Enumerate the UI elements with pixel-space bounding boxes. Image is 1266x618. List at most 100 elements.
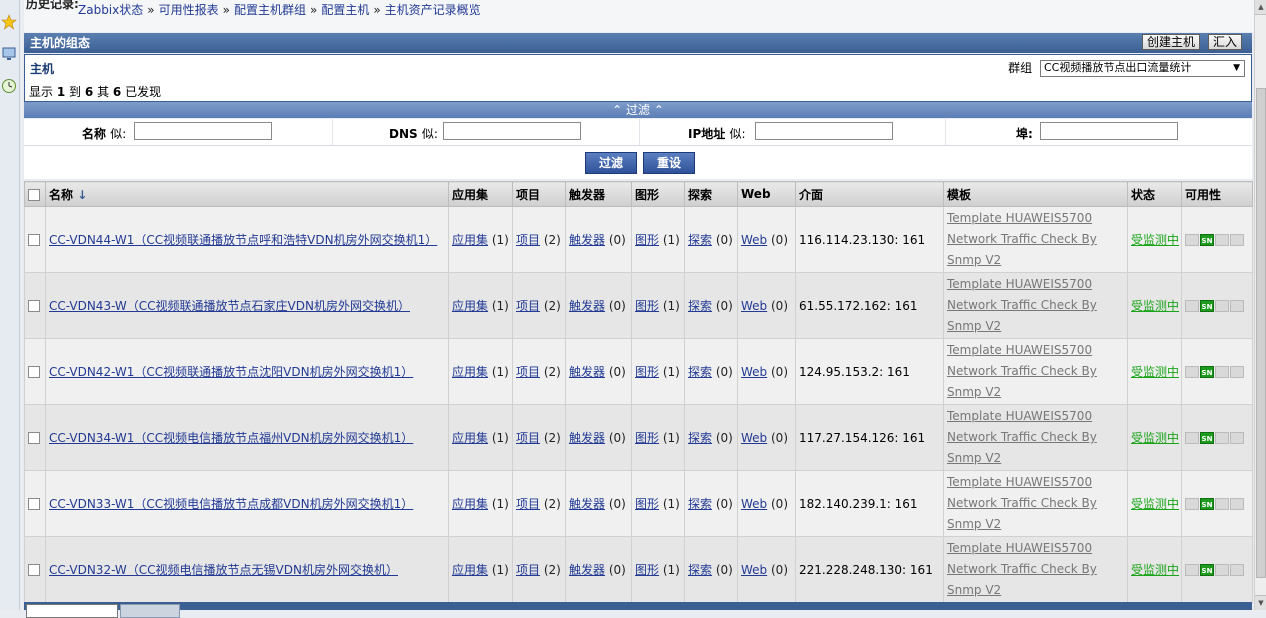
web-link[interactable]: Web	[741, 431, 767, 445]
apps-link[interactable]: 应用集	[452, 233, 488, 247]
items-link[interactable]: 项目	[516, 233, 540, 247]
select-all-checkbox[interactable]	[28, 188, 40, 201]
items-link[interactable]: 项目	[516, 365, 540, 379]
web-link[interactable]: Web	[741, 497, 767, 511]
discovery-link[interactable]: 探索	[688, 365, 712, 379]
clock-icon[interactable]	[1, 78, 17, 94]
row-checkbox[interactable]	[28, 234, 40, 246]
scroll-thumb[interactable]	[1256, 88, 1266, 578]
monitor-icon[interactable]	[1, 46, 17, 62]
template-link[interactable]: Template HUAWEIS5700 Network Traffic Che…	[947, 340, 1124, 403]
breadcrumb-item[interactable]: 主机资产记录概览	[385, 3, 481, 17]
template-link[interactable]: Template HUAWEIS5700 Network Traffic Che…	[947, 472, 1124, 535]
host-name-link[interactable]: CC-VDN32-W（CC视频电信播放节点无锡VDN机房外网交换机）	[49, 563, 398, 577]
items-link[interactable]: 项目	[516, 431, 540, 445]
web-link[interactable]: Web	[741, 233, 767, 247]
template-link[interactable]: Template HUAWEIS5700 Network Traffic Che…	[947, 406, 1124, 469]
breadcrumb-item[interactable]: 配置主机	[321, 3, 369, 17]
vertical-scrollbar[interactable]: ▲ ▼	[1254, 0, 1266, 610]
graphs-link[interactable]: 图形	[635, 431, 659, 445]
snmp-availability-icon: SN	[1200, 498, 1214, 510]
apps-link[interactable]: 应用集	[452, 563, 488, 577]
scroll-up-icon[interactable]: ▲	[1255, 0, 1266, 15]
ipmi-availability-icon	[1230, 432, 1244, 444]
ip-filter-input[interactable]	[755, 122, 893, 140]
apps-link[interactable]: 应用集	[452, 365, 488, 379]
table-row: CC-VDN33-W1（CC视频电信播放节点成都VDN机房外网交换机1） 应用集…	[24, 470, 1253, 537]
template-cell: Template HUAWEIS5700 Network Traffic Che…	[943, 470, 1128, 537]
name-filter-input[interactable]	[134, 122, 272, 140]
table-body: CC-VDN44-W1（CC视频联通播放节点呼和浩特VDN机房外网交换机1） 应…	[24, 206, 1253, 603]
col-web: Web	[737, 181, 796, 207]
items-link[interactable]: 项目	[516, 563, 540, 577]
template-link[interactable]: Template HUAWEIS5700 Network Traffic Che…	[947, 538, 1124, 601]
apps-link[interactable]: 应用集	[452, 299, 488, 313]
web-link[interactable]: Web	[741, 563, 767, 577]
triggers-link[interactable]: 触发器	[569, 233, 605, 247]
row-checkbox[interactable]	[28, 432, 40, 444]
row-checkbox[interactable]	[28, 564, 40, 576]
triggers-link[interactable]: 触发器	[569, 365, 605, 379]
discovery-link[interactable]: 探索	[688, 563, 712, 577]
status-link[interactable]: 受监测中	[1131, 299, 1179, 313]
apps-link[interactable]: 应用集	[452, 431, 488, 445]
graphs-link[interactable]: 图形	[635, 233, 659, 247]
host-name-link[interactable]: CC-VDN34-W1（CC视频电信播放节点福州VDN机房外网交换机1）	[49, 431, 413, 445]
template-link[interactable]: Template HUAWEIS5700 Network Traffic Che…	[947, 274, 1124, 337]
graphs-link[interactable]: 图形	[635, 497, 659, 511]
host-name-link[interactable]: CC-VDN43-W（CC视频联通播放节点石家庄VDN机房外网交换机）	[49, 299, 410, 313]
items-link[interactable]: 项目	[516, 299, 540, 313]
host-name-link[interactable]: CC-VDN44-W1（CC视频联通播放节点呼和浩特VDN机房外网交换机1）	[49, 233, 437, 247]
star-icon[interactable]	[1, 14, 17, 30]
status-link[interactable]: 受监测中	[1131, 365, 1179, 379]
filter-toggle[interactable]: ⌃ 过滤 ⌃	[24, 102, 1252, 118]
triggers-link[interactable]: 触发器	[569, 497, 605, 511]
web-link[interactable]: Web	[741, 299, 767, 313]
status-link[interactable]: 受监测中	[1131, 431, 1179, 445]
zbx-availability-icon	[1185, 498, 1199, 510]
status-cell: 受监测中	[1127, 272, 1182, 339]
mass-action-select[interactable]	[26, 604, 118, 618]
status-link[interactable]: 受监测中	[1131, 497, 1179, 511]
host-name-link[interactable]: CC-VDN42-W1（CC视频联通播放节点沈阳VDN机房外网交换机1）	[49, 365, 413, 379]
dns-filter-input[interactable]	[443, 122, 581, 140]
col-triggers: 触发器	[565, 181, 632, 207]
discovery-link[interactable]: 探索	[688, 497, 712, 511]
items-cell: 项目 (2)	[512, 272, 566, 339]
group-selector: 群组 CC视频播放节点出口流量统计 ▼	[1008, 59, 1245, 77]
items-link[interactable]: 项目	[516, 497, 540, 511]
scroll-down-icon[interactable]: ▼	[1255, 595, 1266, 610]
graphs-link[interactable]: 图形	[635, 563, 659, 577]
discovery-link[interactable]: 探索	[688, 299, 712, 313]
graphs-link[interactable]: 图形	[635, 365, 659, 379]
group-select[interactable]: CC视频播放节点出口流量统计 ▼	[1040, 60, 1245, 77]
apps-link[interactable]: 应用集	[452, 497, 488, 511]
graphs-link[interactable]: 图形	[635, 299, 659, 313]
breadcrumb-item[interactable]: Zabbix状态	[78, 3, 143, 17]
port-filter-input[interactable]	[1040, 122, 1178, 140]
discovery-link[interactable]: 探索	[688, 233, 712, 247]
status-link[interactable]: 受监测中	[1131, 563, 1179, 577]
host-name-link[interactable]: CC-VDN33-W1（CC视频电信播放节点成都VDN机房外网交换机1）	[49, 497, 413, 511]
triggers-link[interactable]: 触发器	[569, 563, 605, 577]
row-checkbox[interactable]	[28, 498, 40, 510]
web-link[interactable]: Web	[741, 365, 767, 379]
triggers-link[interactable]: 触发器	[569, 431, 605, 445]
create-host-button[interactable]: 创建主机	[1142, 34, 1201, 50]
import-button[interactable]: 汇入	[1208, 34, 1243, 50]
zbx-availability-icon	[1185, 300, 1199, 312]
reset-button[interactable]: 重设	[643, 152, 695, 174]
table-header-row: 名称 ↓ 应用集 项目 触发器 图形 探索 Web 介面 模板 状态 可用性	[24, 181, 1253, 207]
triggers-link[interactable]: 触发器	[569, 299, 605, 313]
breadcrumb-item[interactable]: 配置主机群组	[234, 3, 306, 17]
template-link[interactable]: Template HUAWEIS5700 Network Traffic Che…	[947, 208, 1124, 271]
breadcrumb-item[interactable]: 可用性报表	[159, 3, 219, 17]
filter-button[interactable]: 过滤	[585, 152, 637, 174]
status-link[interactable]: 受监测中	[1131, 233, 1179, 247]
go-button[interactable]	[120, 604, 180, 618]
col-name[interactable]: 名称 ↓	[45, 181, 449, 207]
row-checkbox[interactable]	[28, 366, 40, 378]
discovery-link[interactable]: 探索	[688, 431, 712, 445]
col-status[interactable]: 状态	[1127, 181, 1182, 207]
row-checkbox[interactable]	[28, 300, 40, 312]
